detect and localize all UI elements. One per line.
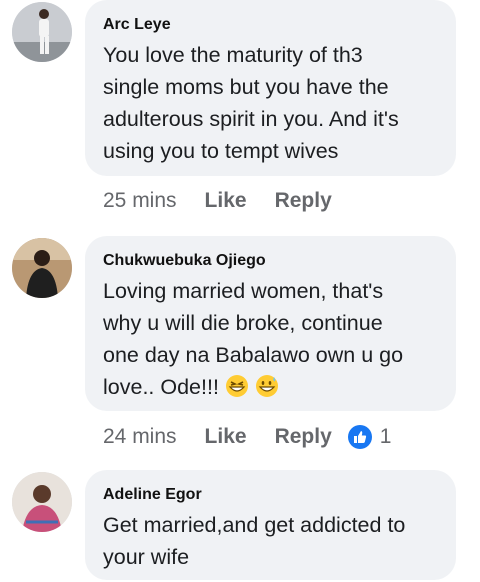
grinning-sweat-emoji-icon bbox=[255, 375, 278, 397]
comment-author[interactable]: Chukwuebuka Ojiego bbox=[103, 250, 438, 272]
reaction-count: 1 bbox=[379, 425, 392, 448]
comment-text: Get married,and get addicted to your wif… bbox=[103, 513, 406, 569]
avatar[interactable] bbox=[12, 2, 72, 62]
comment-text-body: Loving married women, that's why u will … bbox=[103, 279, 404, 399]
like-button[interactable]: Like bbox=[205, 425, 247, 449]
avatar[interactable] bbox=[12, 472, 72, 532]
comment-actions: 25 mins Like Reply bbox=[103, 186, 332, 216]
grinning-squinting-emoji-icon bbox=[225, 375, 248, 397]
comment-text: You love the maturity of th3 single moms… bbox=[103, 43, 399, 163]
comment-bubble: Arc Leye You love the maturity of th3 si… bbox=[85, 0, 456, 176]
reaction-summary[interactable]: 1 bbox=[347, 425, 392, 449]
like-button[interactable]: Like bbox=[205, 189, 247, 213]
comment-bubble: Chukwuebuka Ojiego Loving married women,… bbox=[85, 236, 456, 411]
person-avatar-icon bbox=[12, 472, 72, 532]
person-avatar-icon bbox=[12, 238, 72, 298]
person-standing-avatar-icon bbox=[12, 2, 72, 62]
comment-actions: 24 mins Like Reply 1 bbox=[103, 422, 391, 452]
reply-button[interactable]: Reply bbox=[275, 189, 332, 213]
comment-author[interactable]: Arc Leye bbox=[103, 14, 438, 36]
comment-time[interactable]: 25 mins bbox=[103, 189, 177, 213]
comment-text: Loving married women, that's why u will … bbox=[103, 275, 438, 403]
reply-button[interactable]: Reply bbox=[275, 425, 332, 449]
like-thumb-icon bbox=[347, 425, 372, 449]
avatar[interactable] bbox=[12, 238, 72, 298]
comment-bubble: Adeline Egor Get married,and get addicte… bbox=[85, 470, 456, 580]
comment-author[interactable]: Adeline Egor bbox=[103, 484, 438, 506]
comment-time[interactable]: 24 mins bbox=[103, 425, 177, 449]
